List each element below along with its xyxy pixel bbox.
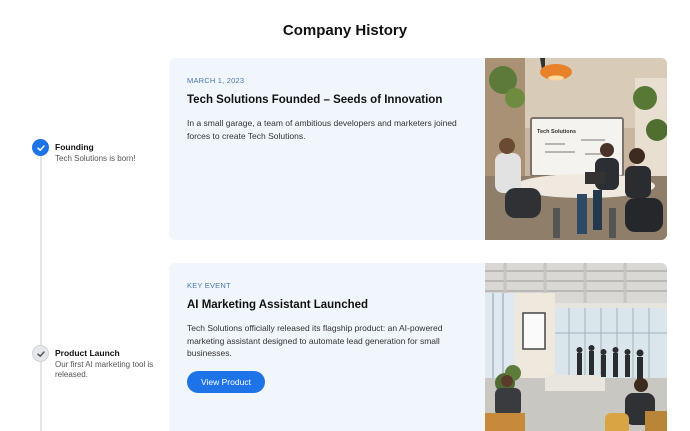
whiteboard-text: Tech Solutions: [537, 129, 576, 135]
timeline-line: [40, 147, 42, 431]
event-title: AI Marketing Assistant Launched: [187, 299, 369, 311]
event-title: Tech Solutions Founded – Seeds of Innova…: [187, 94, 443, 106]
event-tag: KEY EVENT: [187, 281, 231, 290]
timeline-item-title: Product Launch: [55, 348, 120, 358]
timeline-item-description: Tech Solutions is born!: [55, 154, 136, 163]
timeline-item-title: Founding: [55, 142, 94, 152]
event-description: In a small garage, a team of ambitious d…: [187, 118, 457, 141]
event-description: Tech Solutions officially released its f…: [187, 323, 443, 358]
check-icon: [32, 139, 49, 156]
event-card-founding: MARCH 1, 2023 Tech Solutions Founded – S…: [169, 58, 667, 240]
team-meeting-photo: Tech Solutions: [485, 58, 667, 240]
launch-event-photo: [485, 263, 667, 431]
event-date: MARCH 1, 2023: [187, 76, 245, 85]
page-title: Company History: [282, 22, 408, 39]
timeline-item-description: Our first AI marketing tool is released.: [55, 360, 154, 379]
event-card-product-launch: KEY EVENT AI Marketing Assistant Launche…: [169, 263, 667, 431]
check-icon: [32, 345, 49, 362]
view-product-button[interactable]: View Product: [187, 370, 265, 393]
